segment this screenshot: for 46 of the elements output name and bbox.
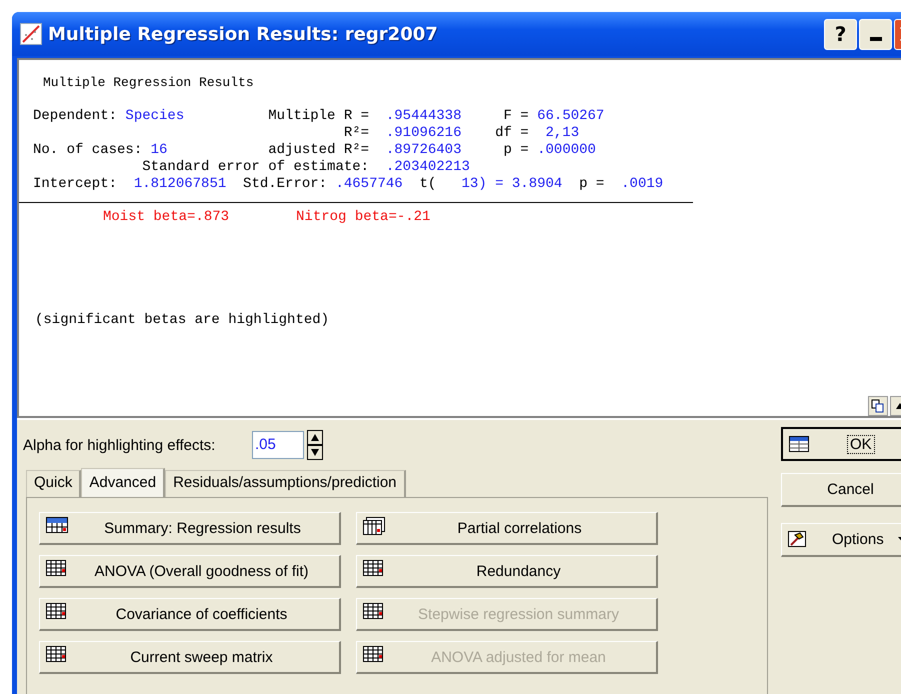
stat-label: p =: [502, 142, 530, 158]
beta-value: Nitrog beta=-.21: [296, 209, 430, 226]
stat-value: 16: [150, 142, 168, 158]
tab[interactable]: Advanced: [81, 468, 166, 497]
beta-value: Moist beta=.873: [103, 209, 230, 226]
results-heading: Multiple Regression Results: [43, 74, 255, 91]
stat-value: 1.812067851: [134, 176, 226, 192]
alpha-field[interactable]: .05: [252, 431, 304, 459]
action-button[interactable]: Current sweep matrix: [39, 641, 341, 674]
action-button[interactable]: Covariance of coefficients: [39, 598, 341, 631]
tab[interactable]: Residuals/assumptions/prediction: [165, 470, 406, 497]
stat-value: .95444338: [386, 108, 462, 124]
stat-value: 13) = 3.8904: [462, 176, 562, 192]
stat-value: .000000: [537, 142, 596, 158]
stat-value: .91096216: [386, 125, 462, 141]
stat-value: .0019: [621, 176, 664, 192]
stat-label: Standard error of estimate:: [141, 159, 370, 175]
alpha-label: Alpha for highlighting effects:: [23, 436, 216, 454]
stat-label: Std.Error:: [242, 176, 328, 192]
stat-label: No. of cases:: [33, 142, 142, 158]
stat-value: 66.50267: [537, 108, 604, 124]
options-button[interactable]: Options: [781, 523, 901, 557]
stat-label: Dependent:: [33, 108, 118, 124]
stat-value: 2,13: [546, 125, 580, 141]
stat-value: Species: [125, 108, 184, 124]
action-button[interactable]: Summary: Regression results: [39, 512, 341, 545]
cancel-button[interactable]: Cancel: [781, 473, 901, 507]
stat-label: df =: [494, 125, 530, 141]
stat-value: .4657746: [335, 176, 403, 192]
action-button[interactable]: Redundancy: [356, 555, 658, 588]
stat-label: R²=: [342, 125, 370, 141]
tab[interactable]: Quick: [26, 470, 82, 497]
results-note: (significant betas are highlighted): [35, 312, 330, 329]
stat-label: t(: [418, 176, 438, 192]
action-button[interactable]: Partial correlations: [356, 512, 658, 545]
stat-label: Multiple R =: [267, 108, 370, 124]
stat-value: .89726403: [386, 142, 462, 158]
stat-label: adjusted R²=: [267, 142, 370, 158]
stat-label: Intercept:: [33, 176, 118, 192]
window-title: Multiple Regression Results: regr2007: [48, 24, 438, 44]
ok-button[interactable]: OK: [781, 427, 901, 461]
stat-value: .203402213: [386, 159, 470, 175]
action-button[interactable]: ANOVA (Overall goodness of fit): [39, 555, 341, 588]
help-button[interactable]: ?: [824, 18, 857, 50]
stat-label: p =: [578, 176, 606, 192]
stat-label: F =: [502, 108, 530, 124]
